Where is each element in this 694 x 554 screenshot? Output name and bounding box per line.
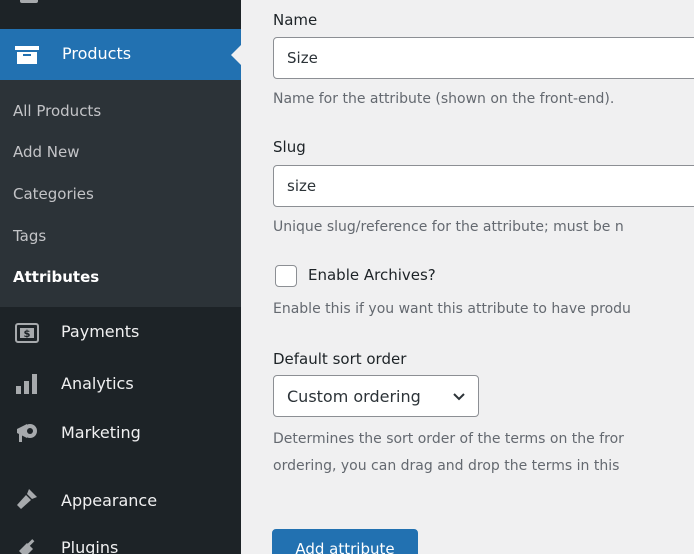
sidebar-item-payments[interactable]: $ Payments bbox=[0, 312, 241, 354]
marketing-icon bbox=[13, 420, 41, 444]
archives-description: Enable this if you want this attribute t… bbox=[273, 301, 631, 317]
sidebar-item-label: Payments bbox=[61, 322, 140, 341]
sort-order-select[interactable]: Custom ordering bbox=[273, 375, 479, 417]
svg-text:$: $ bbox=[24, 329, 31, 340]
sidebar-item-marketing[interactable]: Marketing bbox=[0, 412, 241, 454]
enable-archives-checkbox[interactable] bbox=[275, 265, 297, 287]
dashboard-icon[interactable] bbox=[18, 0, 40, 11]
sort-order-description-line1: Determines the sort order of the terms o… bbox=[273, 431, 624, 447]
products-icon bbox=[15, 46, 39, 64]
submenu-item-add-new[interactable]: Add New bbox=[13, 142, 80, 162]
sidebar-item-products[interactable]: Products bbox=[0, 29, 241, 80]
payments-icon: $ bbox=[13, 321, 41, 345]
sidebar-item-analytics[interactable]: Analytics bbox=[0, 362, 241, 404]
products-submenu: All Products Add New Categories Tags Att… bbox=[0, 80, 241, 307]
submenu-item-attributes[interactable]: Attributes bbox=[13, 267, 99, 287]
sidebar-item-label: Products bbox=[62, 44, 132, 63]
submenu-item-tags[interactable]: Tags bbox=[13, 226, 46, 246]
submenu-item-categories[interactable]: Categories bbox=[13, 184, 94, 204]
name-label: Name bbox=[273, 11, 318, 29]
sidebar-item-appearance[interactable]: Appearance bbox=[0, 478, 241, 520]
enable-archives-label[interactable]: Enable Archives? bbox=[308, 265, 436, 285]
name-input[interactable]: Size bbox=[273, 37, 694, 79]
analytics-icon bbox=[13, 372, 41, 396]
sort-order-description-line2: ordering, you can drag and drop the term… bbox=[273, 458, 620, 474]
sidebar-item-label: Analytics bbox=[61, 374, 134, 393]
name-description: Name for the attribute (shown on the fro… bbox=[273, 91, 615, 107]
sort-order-label: Default sort order bbox=[273, 350, 407, 368]
submenu-item-all-products[interactable]: All Products bbox=[13, 101, 101, 121]
slug-label: Slug bbox=[273, 138, 306, 156]
appearance-icon bbox=[13, 487, 41, 511]
slug-description: Unique slug/reference for the attribute;… bbox=[273, 219, 624, 235]
sidebar-item-label: Appearance bbox=[61, 491, 158, 510]
admin-sidebar: Products All Products Add New Categories… bbox=[0, 0, 241, 554]
sort-order-value: Custom ordering bbox=[287, 386, 421, 406]
sidebar-item-plugins[interactable]: Plugins bbox=[0, 528, 241, 554]
plugins-icon bbox=[13, 537, 41, 554]
add-attribute-form: Name Size Name for the attribute (shown … bbox=[241, 0, 694, 554]
add-attribute-button[interactable]: Add attribute bbox=[272, 529, 418, 554]
slug-input[interactable]: size bbox=[273, 165, 694, 207]
sidebar-item-label: Plugins bbox=[61, 538, 119, 554]
sidebar-item-label: Marketing bbox=[61, 423, 141, 442]
chevron-down-icon bbox=[453, 393, 465, 401]
